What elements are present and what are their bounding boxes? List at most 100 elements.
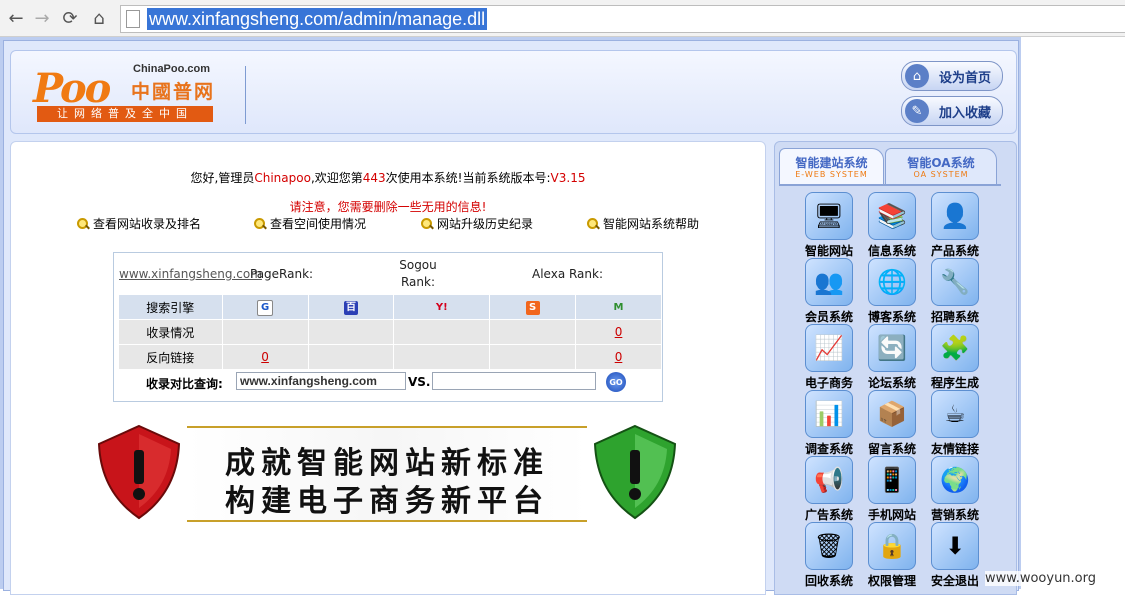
baidu-icon[interactable]: 百 [308,295,394,319]
back-icon[interactable]: ← [6,8,26,29]
index-count-link[interactable]: 0 [615,325,623,339]
promo-banner: 成就智能网站新标准 构建电子商务新平台 [91,420,681,525]
green-shield-icon [593,424,677,520]
module-label: 招聘系统 [930,310,979,324]
sogou-label-1: Sogou [399,258,437,272]
module-icon: 🗑 [805,522,853,570]
stats-header: www.xinfangsheng.com PageRank: Sogou Rank… [114,253,662,295]
module-item[interactable]: 🔧 招聘系统 [925,258,989,324]
module-item[interactable]: 📱 手机网站 [862,456,926,522]
module-icon: ☕ [931,390,979,438]
tab-subtitle: OA SYSTEM [913,170,969,179]
compare-site-input-1[interactable]: www.xinfangsheng.com [236,372,406,390]
module-icon: 👤 [931,192,979,240]
logo-cn-text: 中國普网 [131,81,216,103]
module-item[interactable]: 🖥 智能网站 [799,192,863,258]
admin-header: Poo ChinaPoo.com 中國普网 让网络普及全中国 ⌂ 设为首页 ✎ … [10,50,1017,134]
google-icon[interactable]: G [222,295,308,319]
compare-label: 收录对比查询: [146,377,223,391]
quick-link-label: 查看空间使用情况 [270,217,367,231]
logo-poo-text: Poo [33,65,111,112]
module-item[interactable]: 🗑 回收系统 [799,522,863,588]
module-item[interactable]: 👤 产品系统 [925,192,989,258]
module-item[interactable]: 📚 信息系统 [862,192,926,258]
go-button[interactable]: GO [606,372,626,392]
module-icon: 🖥 [805,192,853,240]
table-row: 收录情况 0 [119,320,661,344]
module-item[interactable]: 📢 广告系统 [799,456,863,522]
header-divider [245,66,246,124]
compare-vs-label: VS. [408,375,431,389]
page-inner: Poo ChinaPoo.com 中國普网 让网络普及全中国 ⌂ 设为首页 ✎ … [3,40,1019,595]
bookmark-icon: ✎ [905,99,929,123]
compare-query-row: 收录对比查询: www.xinfangsheng.com VS. GO [114,371,662,395]
module-item[interactable]: 🧩 程序生成 [925,324,989,390]
quick-link-history[interactable]: 网站升级历史纪录 [421,215,533,232]
address-text[interactable]: www.xinfangsheng.com/admin/manage.dll [147,8,488,30]
quick-link-label: 智能网站系统帮助 [603,217,700,231]
quick-link-rank[interactable]: 查看网站收录及排名 [77,215,201,232]
site-link[interactable]: www.xinfangsheng.com [119,267,262,281]
module-icon: 🔒 [868,522,916,570]
tab-oa-system[interactable]: 智能OA系统 OA SYSTEM [885,148,997,185]
page-margin [1021,37,1125,589]
module-item[interactable]: 🌍 营销系统 [925,456,989,522]
site-stats-panel: www.xinfangsheng.com PageRank: Sogou Rank… [113,252,663,402]
msn-icon[interactable]: M [576,295,661,319]
quick-link-space[interactable]: 查看空间使用情况 [254,215,366,232]
module-icon: ⬇ [931,522,979,570]
module-item[interactable]: 🔄 论坛系统 [862,324,926,390]
welcome-message: 您好,管理员Chinapoo,欢迎您第443次使用本系统!当前系统版本号:V3.… [11,169,765,186]
module-label: 程序生成 [930,376,979,390]
module-label: 手机网站 [867,508,916,522]
quick-links: 查看网站收录及排名 查看空间使用情况 网站升级历史纪录 智能网站系统帮助 [77,215,717,233]
table-cell [308,345,394,369]
module-item[interactable]: 📈 电子商务 [799,324,863,390]
logo-slogan: 让网络普及全中国 [37,106,213,122]
compare-site-input-2[interactable] [432,372,596,390]
table-cell [490,345,576,369]
main-content: 您好,管理员Chinapoo,欢迎您第443次使用本系统!当前系统版本号:V3.… [10,141,766,595]
logo[interactable]: Poo ChinaPoo.com 中國普网 让网络普及全中国 [33,63,223,125]
backlink-count-link[interactable]: 0 [615,350,623,364]
backlink-count-link[interactable]: 0 [261,350,269,364]
add-favorite-label: 加入收藏 [939,105,992,121]
module-item[interactable]: 🔒 权限管理 [862,522,926,588]
reload-icon[interactable]: ⟳ [60,8,80,29]
tab-eweb-system[interactable]: 智能建站系统 E-WEB SYSTEM [779,148,884,185]
module-label: 智能网站 [804,244,853,258]
module-item[interactable]: 👥 会员系统 [799,258,863,324]
module-label: 留言系统 [867,442,916,456]
watermark: www.wooyun.org [985,571,1097,586]
row-header: 收录情况 [119,320,222,344]
add-favorite-button[interactable]: ✎ 加入收藏 [901,96,1003,126]
module-item[interactable]: 🌐 博客系统 [862,258,926,324]
yahoo-icon[interactable]: Y! [394,295,490,319]
set-homepage-button[interactable]: ⌂ 设为首页 [901,61,1003,91]
module-label: 产品系统 [930,244,979,258]
login-count: 443 [362,171,386,185]
row-header: 搜索引擎 [119,295,222,319]
table-cell: 0 [576,345,661,369]
house-icon: ⌂ [905,64,929,88]
quick-link-help[interactable]: 智能网站系统帮助 [587,215,699,232]
forward-icon[interactable]: → [32,8,52,29]
module-icon: 🔄 [868,324,916,372]
module-label: 安全退出 [930,574,979,588]
address-bar[interactable]: www.xinfangsheng.com/admin/manage.dll [120,5,1125,33]
module-icon: 👥 [805,258,853,306]
module-icon: 🔧 [931,258,979,306]
table-row: 搜索引擎 G 百 Y! S M [119,295,661,319]
set-homepage-label: 设为首页 [939,70,992,86]
module-item[interactable]: 📦 留言系统 [862,390,926,456]
module-item[interactable]: ⬇ 安全退出 [925,522,989,588]
module-icon: 🧩 [931,324,979,372]
home-icon[interactable]: ⌂ [89,8,109,29]
tab-title: 智能OA系统 [907,156,975,170]
module-item[interactable]: ☕ 友情链接 [925,390,989,456]
table-cell [490,320,576,344]
red-shield-icon [97,424,181,520]
sogou-icon[interactable]: S [490,295,576,319]
module-icon: 📱 [868,456,916,504]
module-item[interactable]: 📊 调查系统 [799,390,863,456]
